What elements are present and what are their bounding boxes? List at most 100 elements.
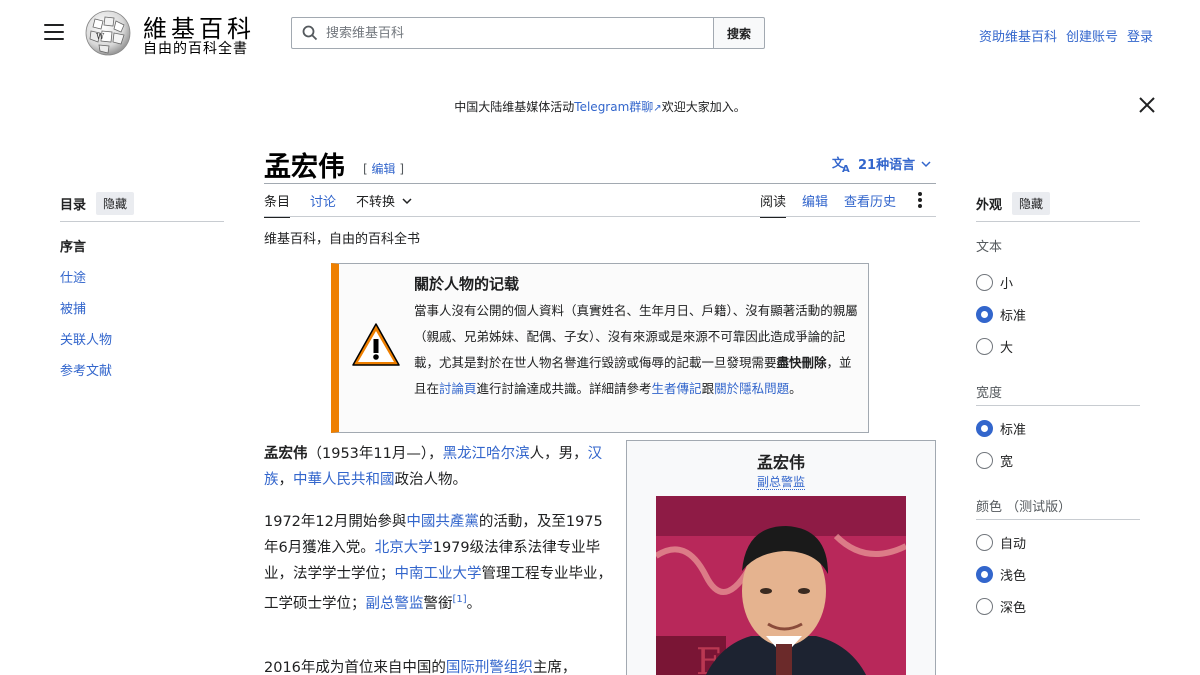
notice-text: 當事人沒有公開的個人資料（真實姓名、生年月日、戶籍）、沒有顯著活動的親屬（親戚、… (414, 298, 859, 402)
user-links: 资助维基百科 创建账号 登录 (979, 26, 1153, 45)
portrait-photo[interactable]: F (656, 496, 906, 675)
svg-text:A: A (842, 164, 850, 173)
variant-dropdown[interactable]: 不转换 (356, 191, 412, 218)
radio-label: 浅色 (1000, 569, 1027, 584)
edit-bracket-open: [ (363, 162, 368, 176)
search-input[interactable] (326, 25, 696, 41)
close-icon[interactable] (1137, 95, 1157, 115)
infobox-name: 孟宏伟 (756, 453, 805, 472)
infobox: 孟宏伟 副总警监 F (626, 440, 936, 675)
color-dark[interactable]: 深色 (976, 597, 1026, 616)
toc-link-career[interactable]: 仕途 (60, 271, 86, 286)
toc-divider (60, 221, 224, 222)
tabs-divider (264, 216, 936, 217)
language-count: 21种语言 (858, 158, 916, 173)
tab-read[interactable]: 阅读 (760, 191, 787, 218)
view-tabs: 阅读 编辑 查看历史 (760, 191, 928, 218)
radio-dot (976, 338, 993, 355)
radio-label: 大 (1000, 341, 1014, 356)
text-size-large[interactable]: 大 (976, 337, 1013, 356)
svg-text:W: W (96, 32, 105, 41)
toc-hide-button[interactable]: 隐藏 (96, 192, 135, 215)
toc-item-related: 关联人物 (60, 329, 112, 360)
p2-e: 警銜 (423, 595, 453, 612)
toc-list: 序言 仕途 被捕 关联人物 参考文献 (60, 236, 112, 391)
login-link[interactable]: 登录 (1127, 26, 1153, 45)
radio-dot (976, 598, 993, 615)
p2-a: 1972年12月開始參與 (264, 514, 407, 530)
p1-d: 政治人物。 (394, 472, 468, 488)
radio-label: 宽 (1000, 455, 1014, 470)
edit-bracket-close: ] (399, 162, 405, 176)
toc-item-arrest: 被捕 (60, 298, 112, 329)
tagline: 自由的百科全書 (143, 41, 248, 57)
infobox-rank: 副总警监 (627, 473, 935, 490)
infobox-rank-link[interactable]: 副总警监 (756, 475, 805, 490)
banner-text-before: 中国大陆维基媒体活动 (454, 100, 575, 114)
prc-link[interactable]: 中華人民共和國 (293, 472, 395, 488)
pku-link[interactable]: 北京大学 (375, 540, 433, 556)
page-title: 孟宏伟 (264, 152, 345, 183)
tab-talk[interactable]: 讨论 (310, 191, 336, 218)
tab-history[interactable]: 查看历史 (844, 191, 896, 216)
width-standard[interactable]: 标准 (976, 419, 1026, 438)
width-wide[interactable]: 宽 (976, 451, 1013, 470)
color-auto[interactable]: 自动 (976, 533, 1026, 552)
title-edit-link[interactable]: 编辑 (372, 162, 396, 176)
interpol-link[interactable]: 国际刑警组织 (446, 660, 533, 675)
toc-item-intro[interactable]: 序言 (60, 236, 112, 267)
subject-name: 孟宏伟 (264, 446, 308, 462)
p1-a: （1953年11月—）， (307, 446, 443, 462)
color-label: 颜色 （测试版） (976, 496, 1071, 515)
tab-edit[interactable]: 编辑 (802, 191, 828, 216)
radio-label: 自动 (1000, 537, 1027, 552)
text-size-standard[interactable]: 标准 (976, 305, 1026, 324)
appearance-hide-button[interactable]: 隐藏 (1012, 192, 1051, 215)
p3-a: 2016年成为首位来自中国的 (264, 660, 446, 675)
create-account-link[interactable]: 创建账号 (1066, 26, 1118, 45)
privacy-link[interactable]: 關於隱私問題 (714, 381, 789, 396)
ccp-link[interactable]: 中國共產黨 (406, 514, 479, 530)
color-label-text: 颜色 (976, 500, 1003, 515)
language-button[interactable]: 文 A 21种语言 (832, 154, 931, 173)
rank-link[interactable]: 副总警监 (366, 596, 424, 612)
search-button[interactable]: 搜索 (713, 17, 765, 49)
csu-link[interactable]: 中南工业大学 (395, 566, 482, 582)
appearance-title: 外观 (976, 198, 1003, 213)
reference-1[interactable]: [1] (453, 594, 467, 605)
site-notice: 中国大陆维基媒体活动Telegram群聊↗欢迎大家加入。 (0, 98, 1200, 115)
harbin-link[interactable]: 黑龙江哈尔滨 (443, 446, 530, 462)
notice-t4: 進行討論達成共識。詳細請參考 (476, 381, 652, 396)
blp-link[interactable]: 生者傳記 (652, 381, 702, 396)
talk-page-link[interactable]: 討論頁 (439, 381, 477, 396)
more-tools-icon[interactable] (912, 191, 928, 209)
telegram-link[interactable]: Telegram群聊 (574, 100, 653, 114)
tab-article[interactable]: 条目 (264, 191, 291, 218)
radio-dot (976, 274, 993, 291)
notice-t5: 跟 (701, 381, 715, 396)
search-box[interactable] (291, 17, 714, 49)
notice-title: 關於人物的记载 (414, 275, 520, 293)
paragraph-interpol: 2016年成为首位来自中国的国际刑警组织主席， (264, 655, 614, 675)
search-icon (302, 25, 318, 41)
p1-c: ， (278, 472, 294, 488)
chevron-down-icon (921, 160, 931, 167)
notice-box: 關於人物的记载 當事人沒有公開的個人資料（真實姓名、生年月日、戶籍）、沒有顯著活… (331, 263, 869, 433)
color-light[interactable]: 浅色 (976, 565, 1026, 584)
site-subtitle: 维基百科，自由的百科全书 (264, 232, 421, 247)
title-divider (264, 183, 936, 184)
appearance-header: 外观 隐藏 (976, 192, 1051, 215)
title-edit-section: [ 编辑 ] (363, 160, 404, 177)
toc-link-references[interactable]: 参考文献 (60, 364, 112, 379)
radio-dot (976, 566, 993, 583)
wikipedia-globe-logo[interactable]: W (83, 9, 134, 57)
toc-title: 目录 (60, 198, 87, 213)
toc-link-arrest[interactable]: 被捕 (60, 302, 86, 317)
main-menu-button[interactable] (44, 24, 64, 42)
text-size-small[interactable]: 小 (976, 273, 1013, 292)
toc-link-related[interactable]: 关联人物 (60, 333, 112, 348)
radio-dot (976, 306, 993, 323)
donate-link[interactable]: 资助维基百科 (979, 26, 1057, 45)
toc-header: 目录 隐藏 (60, 192, 135, 215)
radio-dot (976, 452, 993, 469)
